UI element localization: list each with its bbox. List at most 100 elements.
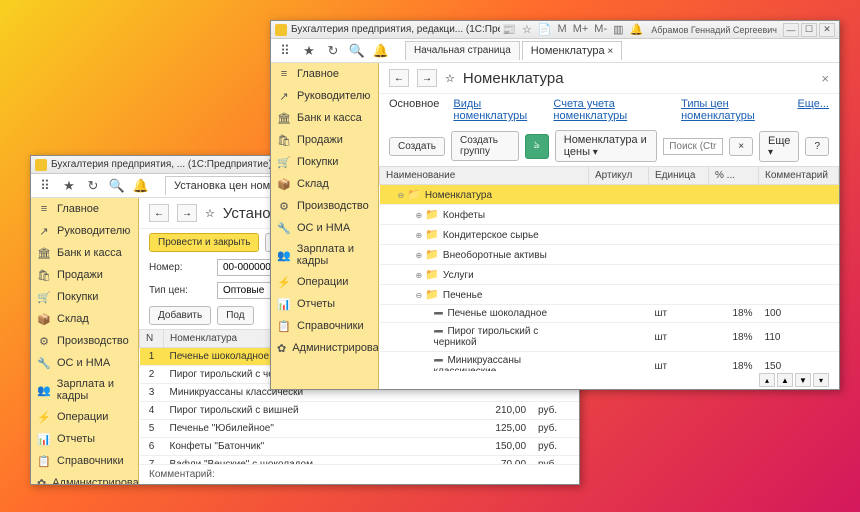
history-icon[interactable]: ↻ <box>325 43 341 59</box>
folder-row[interactable]: ⊖📁Номенклатура <box>380 185 839 205</box>
star-outline-icon[interactable]: ☆ <box>205 207 215 220</box>
bell-icon[interactable]: 🔔 <box>373 43 389 59</box>
menu-icon[interactable]: ⠿ <box>37 178 53 194</box>
sidebar-label: Покупки <box>57 291 98 303</box>
sidebar-item[interactable]: 👥Зарплата и кадры <box>31 374 138 406</box>
sidebar-item[interactable]: 🛒Покупки <box>271 151 378 173</box>
sidebar-item[interactable]: 🛍Продажи <box>271 129 378 151</box>
status-icons: 📰☆📄MM+M-▥🔔 <box>500 23 645 36</box>
sidebar-icon: 🔧 <box>37 356 51 370</box>
folder-icon: 📁 <box>407 189 421 201</box>
add-button[interactable]: Добавить <box>149 306 211 325</box>
sidebar-item[interactable]: 📦Склад <box>31 308 138 330</box>
search-input[interactable] <box>663 138 723 155</box>
col-article[interactable]: Артикул <box>589 167 649 185</box>
nav-fwd[interactable]: → <box>177 204 197 222</box>
sidebar-item[interactable]: 📊Отчеты <box>31 428 138 450</box>
scroll-top-button[interactable]: ▴ <box>759 373 775 387</box>
table-row[interactable]: 6Конфеты "Батончик"150,00руб. <box>140 438 579 456</box>
nomenclature-tree[interactable]: Наименование Артикул Единица % ... Комме… <box>379 166 839 371</box>
menu-icon[interactable]: ⠿ <box>277 43 293 59</box>
scroll-up-button[interactable]: ▲ <box>777 373 793 387</box>
table-row[interactable]: 7Вафли "Венские" с шоколадом70,00руб. <box>140 456 579 465</box>
item-row[interactable]: ➖Миникруассаны классическиешт18%150 <box>380 352 839 372</box>
sidebar-item[interactable]: 🔧ОС и НМА <box>31 352 138 374</box>
item-row[interactable]: ➖Пирог тирольский с черникойшт18%110 <box>380 323 839 352</box>
sidebar-icon: 📊 <box>277 297 291 311</box>
folder-row[interactable]: ⊕📁Кондитерское сырье <box>380 225 839 245</box>
scroll-bottom-button[interactable]: ▾ <box>813 373 829 387</box>
nav-back[interactable]: ← <box>149 204 169 222</box>
sidebar-item[interactable]: ↗Руководителю <box>31 220 138 242</box>
clear-search-button[interactable]: × <box>729 137 753 156</box>
star-icon[interactable]: ★ <box>61 178 77 194</box>
col-unit[interactable]: Единица <box>649 167 709 185</box>
subtab-types[interactable]: Виды номенклатуры <box>453 98 539 122</box>
pricetype-label: Тип цен: <box>149 285 209 296</box>
sidebar-item[interactable]: 🛒Покупки <box>31 286 138 308</box>
star-icon[interactable]: ★ <box>301 43 317 59</box>
folder-row[interactable]: ⊕📁Конфеты <box>380 205 839 225</box>
tab-start[interactable]: Начальная страница <box>405 41 520 60</box>
folder-row[interactable]: ⊕📁Внеоборотные активы <box>380 245 839 265</box>
more-button[interactable]: Еще ▾ <box>759 131 799 162</box>
nav-fwd[interactable]: → <box>417 69 437 87</box>
star-outline-icon[interactable]: ☆ <box>445 72 455 85</box>
sidebar-item[interactable]: 🛍Продажи <box>31 264 138 286</box>
table-row[interactable]: 4Пирог тирольский с вишней210,00руб. <box>140 402 579 420</box>
sidebar-item[interactable]: 📋Справочники <box>271 315 378 337</box>
subtab-main[interactable]: Основное <box>389 98 439 122</box>
sidebar-item[interactable]: ⚡Операции <box>271 271 378 293</box>
subtab-accounts[interactable]: Счета учета номенклатуры <box>553 98 667 122</box>
sidebar-item[interactable]: ↗Руководителю <box>271 85 378 107</box>
folder-row[interactable]: ⊕📁Услуги <box>380 265 839 285</box>
maximize-button[interactable]: ☐ <box>801 23 817 37</box>
nav-back[interactable]: ← <box>389 69 409 87</box>
sidebar-item[interactable]: 🏛Банк и касса <box>31 242 138 264</box>
subtab-pricetypes[interactable]: Типы цен номенклатуры <box>681 98 783 122</box>
main-front: ← → ☆ Номенклатура × Основное Виды номен… <box>379 63 839 389</box>
col-pct[interactable]: % ... <box>709 167 759 185</box>
sidebar-item[interactable]: 📋Справочники <box>31 450 138 472</box>
sidebar-item[interactable]: 🏛Банк и касса <box>271 107 378 129</box>
col-n[interactable]: N <box>140 330 164 348</box>
close-page-icon[interactable]: × <box>821 71 829 86</box>
history-icon[interactable]: ↻ <box>85 178 101 194</box>
sidebar-front: ≡Главное↗Руководителю🏛Банк и касса🛍Прода… <box>271 63 379 389</box>
sidebar-item[interactable]: ✿Администрирование <box>271 337 378 359</box>
sidebar-item[interactable]: ⚙Производство <box>271 195 378 217</box>
sidebar-icon: 👥 <box>277 248 291 262</box>
close-button[interactable]: ✕ <box>819 23 835 37</box>
sidebar-item[interactable]: ≡Главное <box>31 198 138 220</box>
help-button[interactable]: ? <box>805 137 829 156</box>
col-name[interactable]: Наименование <box>380 167 589 185</box>
sidebar-label: ОС и НМА <box>297 222 350 234</box>
sidebar-item[interactable]: 📊Отчеты <box>271 293 378 315</box>
minimize-button[interactable]: — <box>783 23 799 37</box>
col-comment[interactable]: Комментарий <box>759 167 839 185</box>
sidebar-item[interactable]: 🔧ОС и НМА <box>271 217 378 239</box>
folder-icon: 📁 <box>425 289 439 301</box>
tab-nomenclature[interactable]: Номенклатура × <box>522 41 622 60</box>
sidebar-item[interactable]: ≡Главное <box>271 63 378 85</box>
sidebar-item[interactable]: ✿Администрирование <box>31 472 138 484</box>
select-button[interactable]: Под <box>217 306 253 325</box>
sidebar-icon: 🛍 <box>37 268 51 282</box>
folder-row[interactable]: ⊖📁Печенье <box>380 285 839 305</box>
sidebar-item[interactable]: 👥Зарплата и кадры <box>271 239 378 271</box>
feed-button[interactable]: ঌ <box>525 134 549 159</box>
search-icon[interactable]: 🔍 <box>109 178 125 194</box>
create-button[interactable]: Создать <box>389 137 445 156</box>
subtab-more[interactable]: Еще... <box>797 98 829 122</box>
table-row[interactable]: 5Печенье "Юбилейное"125,00руб. <box>140 420 579 438</box>
post-close-button[interactable]: Провести и закрыть <box>149 233 259 252</box>
scroll-down-button[interactable]: ▼ <box>795 373 811 387</box>
bell-icon[interactable]: 🔔 <box>133 178 149 194</box>
sidebar-item[interactable]: 📦Склад <box>271 173 378 195</box>
create-group-button[interactable]: Создать группу <box>451 131 519 161</box>
sidebar-item[interactable]: ⚡Операции <box>31 406 138 428</box>
nom-price-button[interactable]: Номенклатура и цены ▾ <box>555 130 657 162</box>
search-icon[interactable]: 🔍 <box>349 43 365 59</box>
item-row[interactable]: ➖Печенье шоколадноешт18%100 <box>380 305 839 323</box>
sidebar-item[interactable]: ⚙Производство <box>31 330 138 352</box>
